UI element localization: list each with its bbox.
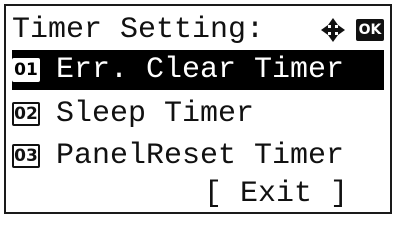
menu-item-number: 02	[12, 102, 40, 126]
menu-title: Timer Setting:	[12, 13, 265, 47]
menu-item-label: Sleep Timer	[56, 97, 255, 131]
menu-item-number: 03	[12, 144, 40, 168]
menu-item-panelreset-timer[interactable]: 03 PanelReset Timer	[12, 136, 384, 176]
menu-item-number: 01	[12, 58, 40, 82]
menu-item-sleep-timer[interactable]: 02 Sleep Timer	[12, 94, 384, 134]
lcd-panel: Timer Setting: OK 01 Err. Clear Timer 02…	[4, 4, 392, 214]
four-way-arrows-icon	[321, 18, 345, 42]
menu-item-label: PanelReset Timer	[56, 139, 345, 173]
menu-item-label: Err. Clear Timer	[56, 53, 345, 87]
menu-item-err-clear-timer[interactable]: 01 Err. Clear Timer	[12, 50, 384, 90]
ok-key-badge: OK	[356, 19, 384, 41]
exit-button[interactable]: [ Exit ]	[204, 174, 348, 214]
header-row: Timer Setting: OK	[12, 10, 384, 50]
exit-row: [ Exit ]	[12, 174, 384, 214]
